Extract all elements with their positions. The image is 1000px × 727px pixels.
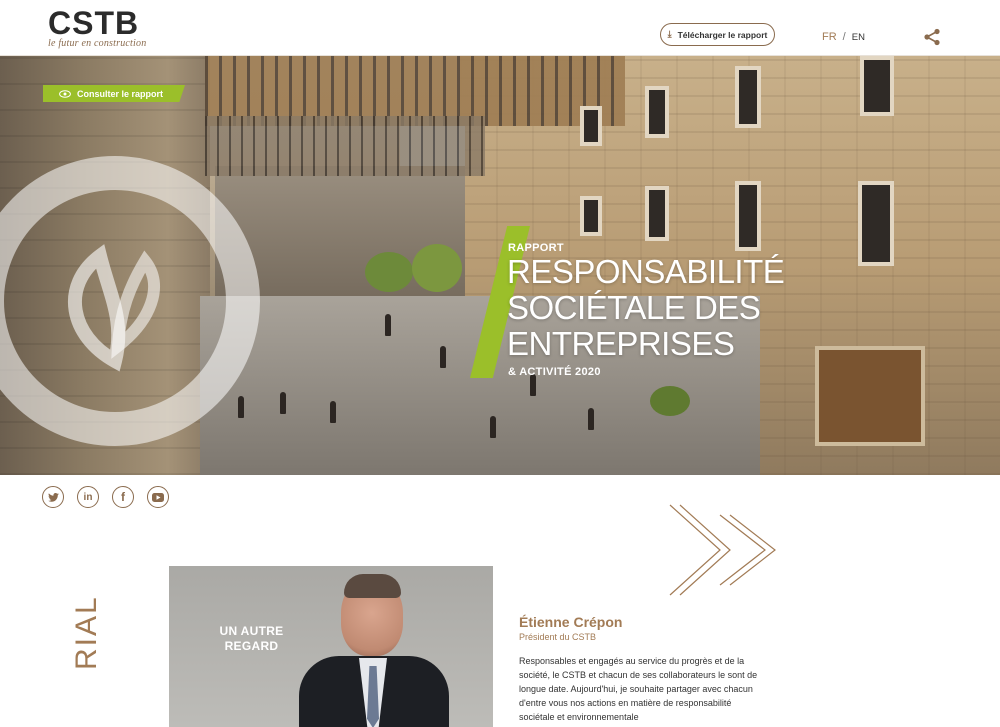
youtube-icon[interactable] — [147, 486, 169, 508]
hero-tree — [650, 386, 690, 416]
portrait-label: UN AUTRE REGARD — [219, 624, 284, 653]
hero-window — [580, 106, 602, 146]
hero-tree — [365, 252, 413, 292]
download-label: Télécharger le rapport — [677, 29, 768, 40]
hero-person — [330, 401, 336, 423]
hero-person — [588, 408, 594, 430]
hero-window — [735, 66, 761, 128]
hero-title: RESPONSABILITÉ SOCIÉTALE DES ENTREPRISES — [507, 254, 807, 362]
hero-person — [238, 396, 244, 418]
site-header: CSTB le futur en construction ⤓ Téléchar… — [0, 0, 1000, 56]
president-portrait: UN AUTRE REGARD — [169, 566, 493, 727]
hero-person — [490, 416, 496, 438]
hero-person — [385, 314, 391, 336]
hero-shopfront — [815, 346, 925, 446]
hero-window — [860, 56, 894, 116]
consult-report-label: Consulter le rapport — [77, 88, 164, 99]
social-links: in f — [42, 486, 169, 508]
portrait-hair — [344, 574, 401, 598]
hero-window — [645, 186, 669, 241]
rse-leaf-emblem — [68, 244, 160, 372]
download-report-button[interactable]: ⤓ Télécharger le rapport — [660, 23, 775, 46]
hero-banner: Consulter le rapport RAPPORT RESPONSABIL… — [0, 56, 1000, 475]
logo-tagline: le futur en construction — [48, 38, 147, 49]
download-icon: ⤓ — [667, 29, 672, 39]
hero-window — [858, 181, 894, 266]
hero-title-line: RESPONSABILITÉ — [507, 253, 785, 290]
hero-title-line: ENTREPRISES — [507, 325, 735, 362]
hero-title-line: SOCIÉTALE DES — [507, 289, 761, 326]
facebook-icon[interactable]: f — [112, 486, 134, 508]
linkedin-icon[interactable]: in — [77, 486, 99, 508]
double-chevron-icon — [669, 504, 776, 596]
hero-tree — [412, 244, 462, 292]
editorial-vertical-title: RIAL — [70, 595, 103, 670]
hero-photo-canopy-lower — [205, 116, 485, 176]
logo-wordmark: CSTB — [48, 5, 140, 41]
president-name: Étienne Crépon — [519, 614, 623, 630]
consult-report-button[interactable]: Consulter le rapport — [43, 85, 185, 102]
facebook-glyph: f — [121, 490, 125, 504]
hero-window — [645, 86, 669, 138]
hero-window — [580, 196, 602, 236]
hero-person — [280, 392, 286, 414]
linkedin-glyph: in — [83, 491, 93, 503]
lang-separator: / — [842, 31, 846, 43]
hero-window — [735, 181, 761, 251]
hero-person — [440, 346, 446, 368]
language-switcher: FR / EN — [822, 31, 865, 43]
twitter-icon[interactable] — [42, 486, 64, 508]
president-role: Président du CSTB — [519, 632, 597, 642]
lang-fr-link[interactable]: FR — [822, 31, 837, 43]
cstb-logo[interactable]: CSTB le futur en construction — [48, 5, 147, 49]
editorial-intro: Responsables et engagés au service du pr… — [519, 656, 758, 722]
lang-en-link[interactable]: EN — [852, 32, 865, 43]
hero-subtitle: & ACTIVITÉ 2020 — [508, 366, 601, 378]
eye-icon — [59, 89, 71, 98]
share-icon[interactable] — [923, 28, 941, 46]
